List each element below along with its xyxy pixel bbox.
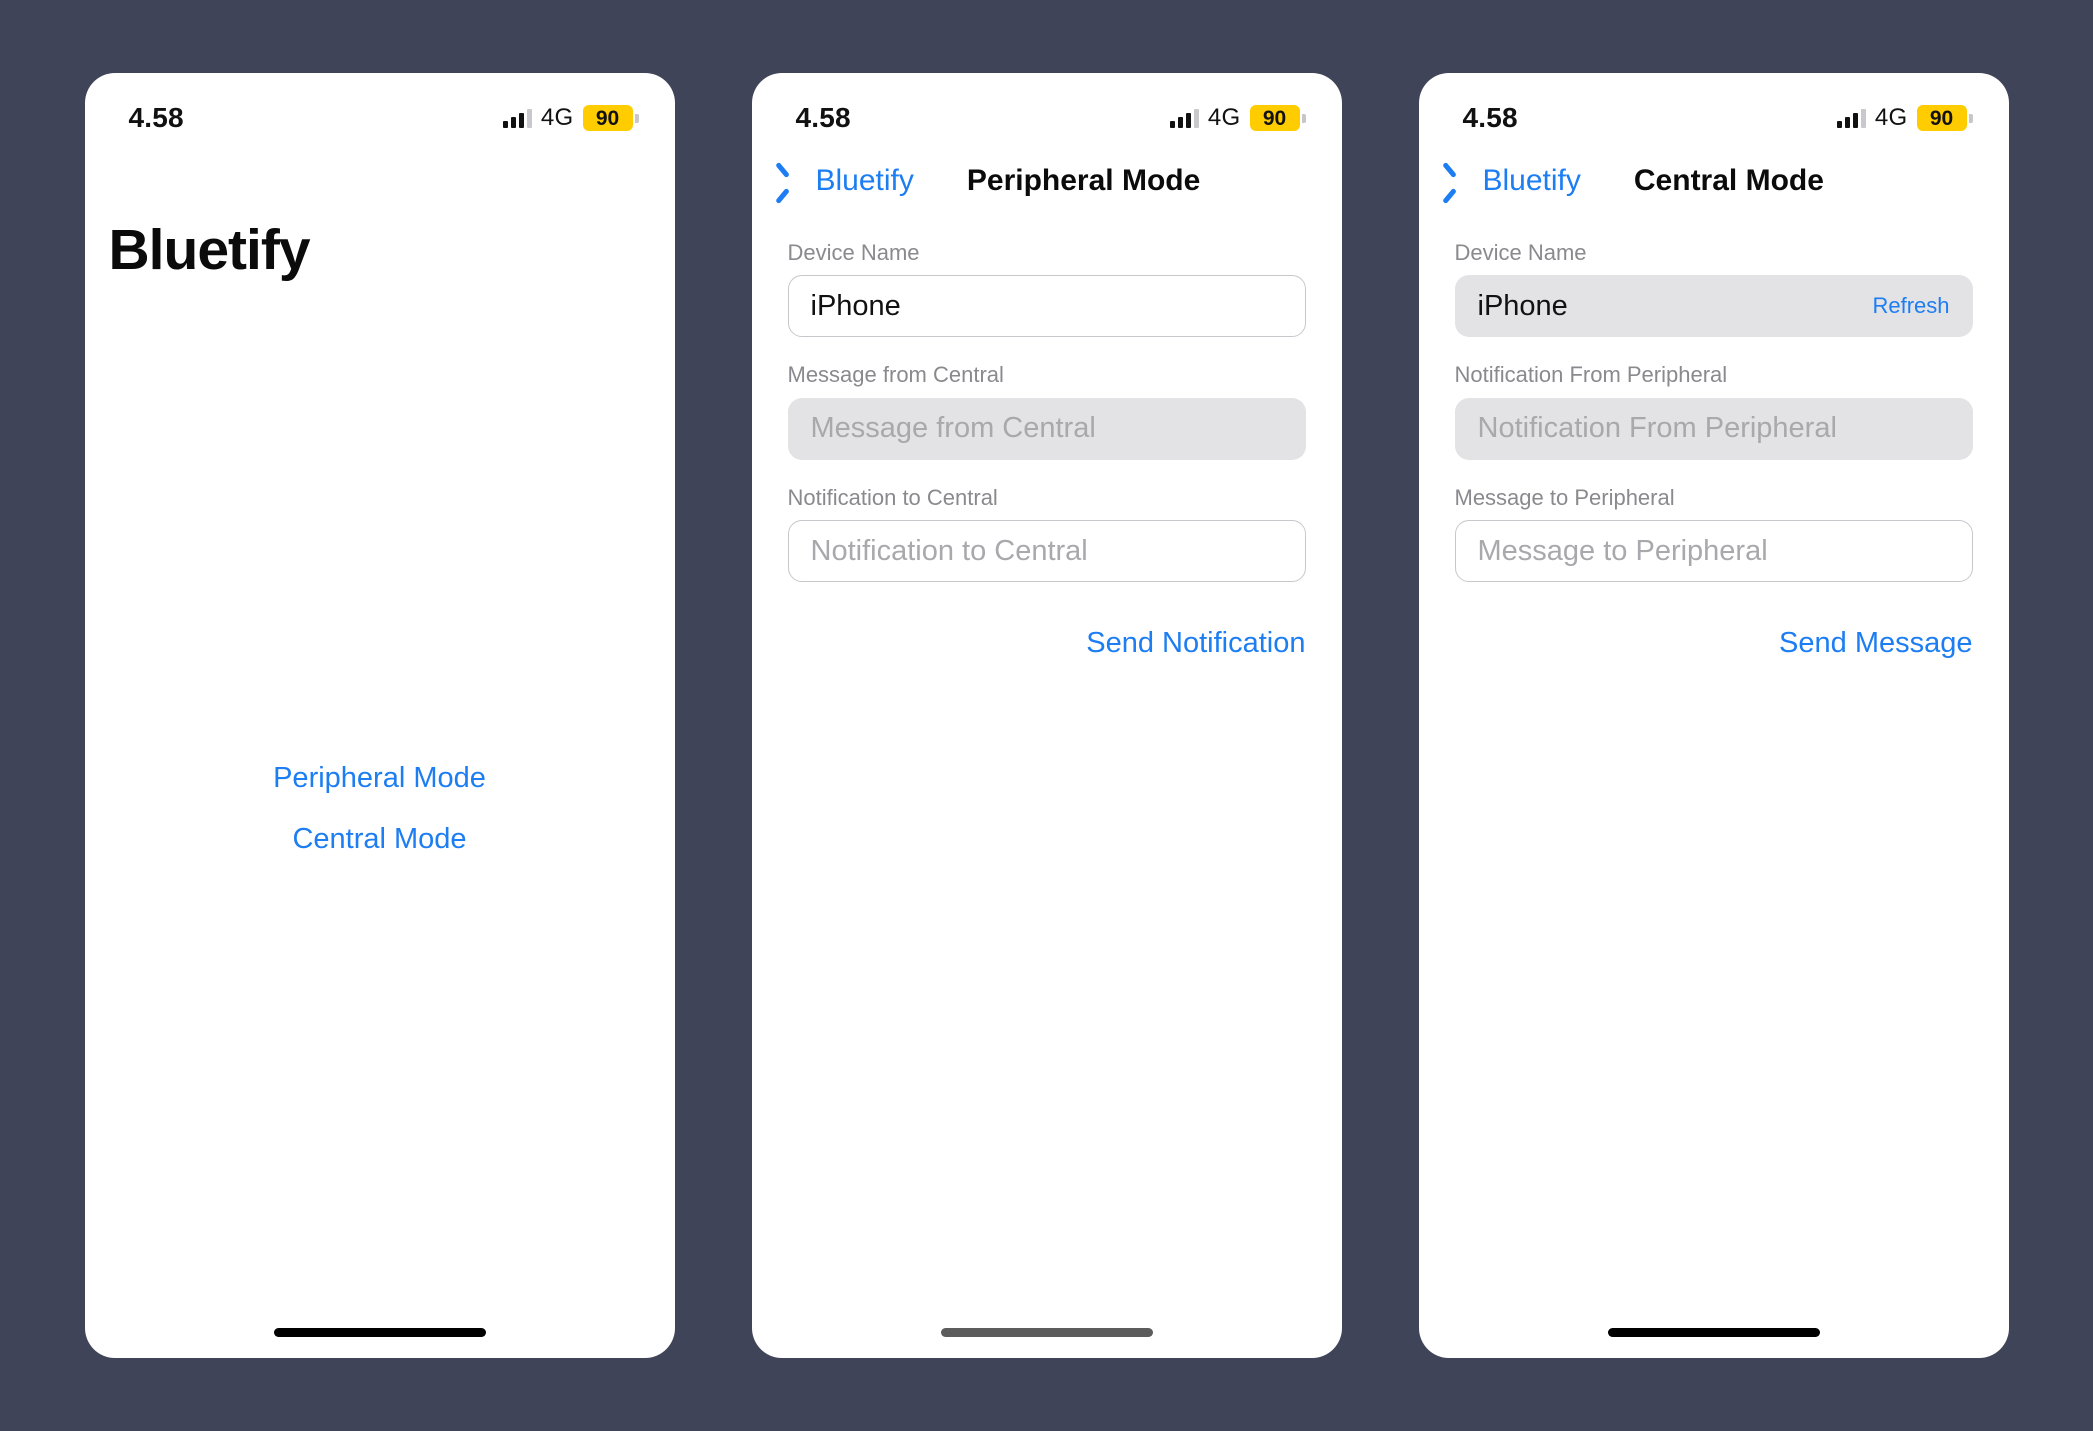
battery-level-label: 90	[595, 106, 620, 130]
status-indicators: 4G 90	[1169, 104, 1306, 132]
notification-to-central-placeholder: Notification to Central	[810, 536, 1088, 566]
cellular-signal-icon	[1169, 108, 1199, 128]
network-type-label: 4G	[1874, 104, 1908, 131]
peripheral-form: Device Name iPhone Message from Central …	[752, 217, 1342, 1306]
back-button[interactable]: Bluetify	[1451, 165, 1581, 197]
phone-screen-peripheral: 4.58 4G 90 Bluetify Peripheral Mode Devi…	[751, 73, 1342, 1358]
message-from-central-label: Message from Central	[787, 362, 1004, 388]
message-to-peripheral-placeholder: Message to Peripheral	[1477, 536, 1768, 566]
home-indicator-area	[1419, 1306, 2009, 1358]
battery-cap	[634, 113, 639, 123]
send-notification-button[interactable]: Send Notification	[1086, 626, 1305, 661]
device-name-field[interactable]: iPhone	[787, 275, 1306, 338]
status-indicators: 4G 90	[502, 104, 639, 132]
home-indicator[interactable]	[273, 1327, 486, 1337]
back-button[interactable]: Bluetify	[784, 165, 914, 197]
page-title: Peripheral Mode	[966, 164, 1201, 197]
device-name-value: iPhone	[810, 291, 901, 321]
status-indicators: 4G 90	[1836, 104, 1973, 132]
notification-from-peripheral-field[interactable]: Notification From Peripheral	[1454, 397, 1973, 460]
device-name-label: Device Name	[1454, 240, 1587, 265]
home-indicator[interactable]	[1607, 1327, 1820, 1337]
mode-link-list: Peripheral Mode Central Mode	[85, 760, 675, 858]
send-message-button[interactable]: Send Message	[1779, 626, 1972, 661]
status-bar: 4.58 4G 90	[752, 73, 1342, 145]
central-mode-link[interactable]: Central Mode	[292, 821, 466, 857]
notification-from-peripheral-label: Notification From Peripheral	[1454, 362, 1728, 388]
status-time: 4.58	[795, 102, 851, 133]
notification-to-central-label: Notification to Central	[787, 484, 998, 510]
back-button-label: Bluetify	[815, 164, 914, 197]
phone-screen-central: 4.58 4G 90 Bluetify Central Mode Device …	[1418, 73, 2009, 1358]
battery-level-label: 90	[1929, 106, 1954, 130]
home-indicator-area	[85, 1306, 675, 1358]
status-time: 4.58	[128, 102, 184, 133]
chevron-left-icon	[784, 165, 806, 197]
notification-from-peripheral-placeholder: Notification From Peripheral	[1477, 414, 1837, 444]
status-time: 4.58	[1462, 102, 1518, 133]
message-to-peripheral-field[interactable]: Message to Peripheral	[1454, 520, 1973, 583]
battery-level-label: 90	[1262, 106, 1287, 130]
navigation-bar: Bluetify Peripheral Mode	[752, 145, 1342, 217]
battery-low-power-icon: 90	[1249, 105, 1306, 131]
page-title: Central Mode	[1633, 164, 1824, 197]
device-name-label: Device Name	[787, 240, 920, 265]
message-from-central-field[interactable]: Message from Central	[787, 397, 1306, 460]
home-content: Bluetify Peripheral Mode Central Mode	[85, 145, 675, 1306]
cellular-signal-icon	[1836, 108, 1866, 128]
notification-to-central-field[interactable]: Notification to Central	[787, 520, 1306, 583]
battery-low-power-icon: 90	[1916, 105, 1973, 131]
device-name-value: iPhone	[1477, 291, 1568, 321]
cellular-signal-icon	[502, 108, 532, 128]
home-indicator[interactable]	[940, 1327, 1153, 1337]
status-bar: 4.58 4G 90	[1419, 73, 2009, 145]
navigation-bar: Bluetify Central Mode	[1419, 145, 2009, 217]
message-from-central-placeholder: Message from Central	[810, 414, 1096, 444]
status-bar: 4.58 4G 90	[85, 73, 675, 145]
device-name-field[interactable]: iPhone Refresh	[1454, 275, 1973, 338]
chevron-left-icon	[1451, 165, 1473, 197]
message-to-peripheral-label: Message to Peripheral	[1454, 484, 1675, 510]
battery-low-power-icon: 90	[582, 105, 639, 131]
home-indicator-area	[752, 1306, 1342, 1358]
phone-screen-home: 4.58 4G 90 Bluetify Peripheral Mode Cent…	[84, 73, 675, 1358]
refresh-button[interactable]: Refresh	[1872, 295, 1949, 317]
battery-cap	[1968, 113, 1973, 123]
central-form: Device Name iPhone Refresh Notification …	[1419, 217, 2009, 1306]
battery-cap	[1301, 113, 1306, 123]
back-button-label: Bluetify	[1482, 164, 1581, 197]
network-type-label: 4G	[1207, 104, 1241, 131]
network-type-label: 4G	[540, 104, 574, 131]
page-title: Bluetify	[108, 218, 311, 282]
peripheral-mode-link[interactable]: Peripheral Mode	[273, 760, 486, 796]
